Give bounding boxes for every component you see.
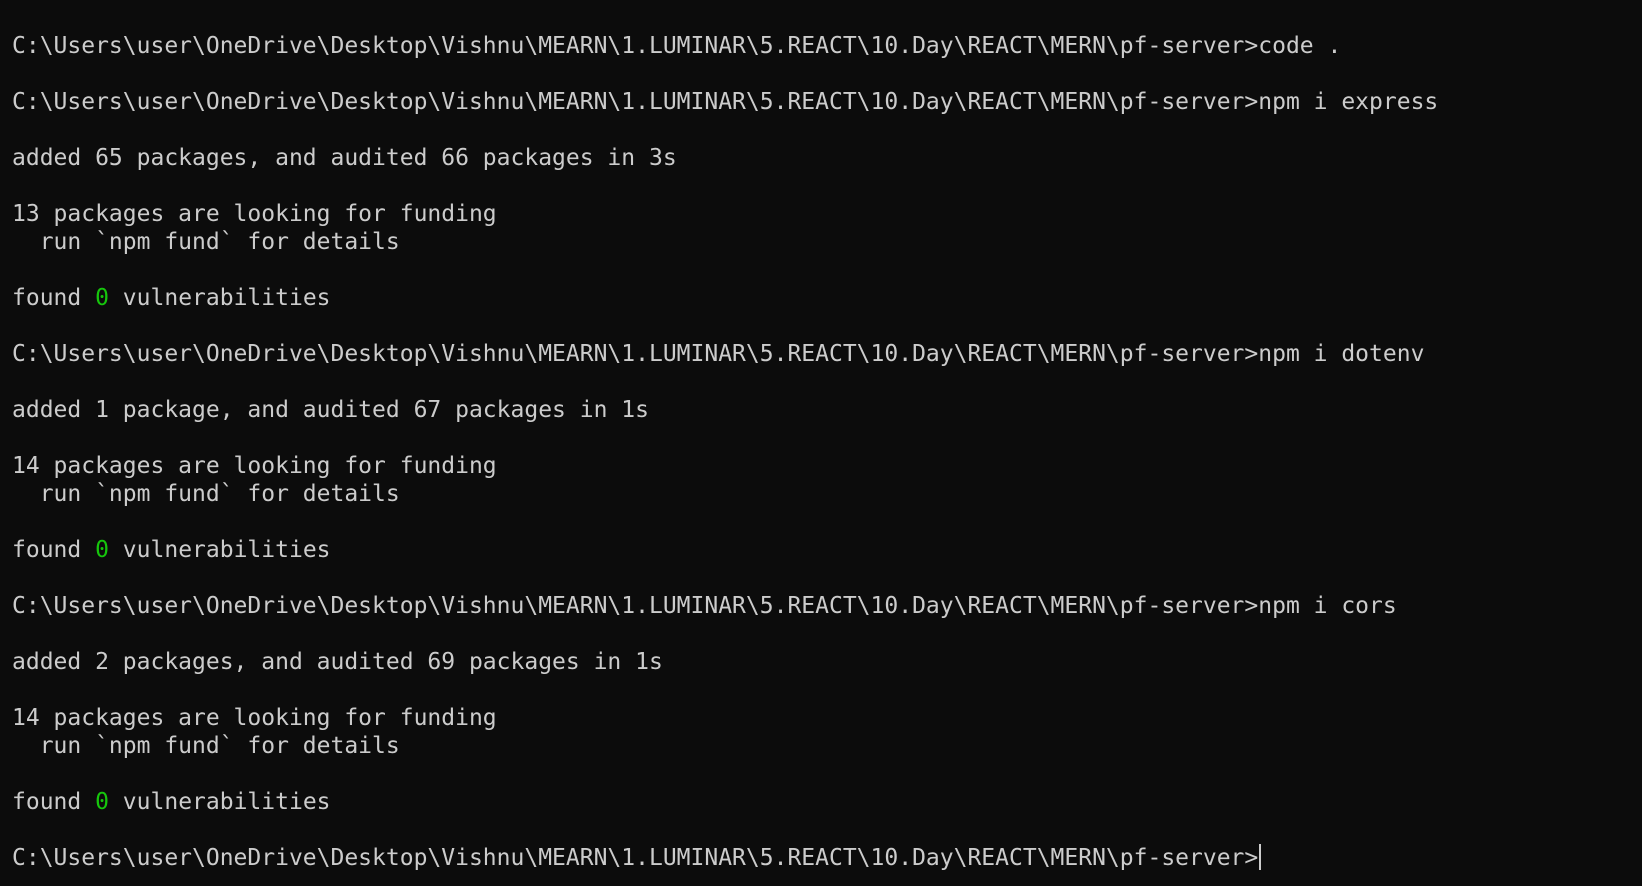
vulnerability-count: 0 (95, 537, 109, 563)
active-prompt-line[interactable]: C:\Users\user\OneDrive\Desktop\Vishnu\ME… (12, 844, 1642, 872)
command-text: npm i cors (1258, 593, 1397, 619)
found-suffix: vulnerabilities (108, 789, 331, 815)
prompt-line: C:\Users\user\OneDrive\Desktop\Vishnu\ME… (12, 88, 1642, 116)
found-suffix: vulnerabilities (108, 537, 331, 563)
prompt-path: C:\Users\user\OneDrive\Desktop\Vishnu\ME… (12, 33, 1259, 59)
command-text: npm i dotenv (1258, 341, 1425, 367)
output-line: 14 packages are looking for funding (12, 705, 497, 731)
found-prefix: found (12, 285, 96, 311)
vulnerabilities-line: found 0 vulnerabilities (12, 284, 1642, 312)
text-cursor (1259, 844, 1262, 870)
output-line: added 1 package, and audited 67 packages… (12, 397, 649, 423)
output-line: 14 packages are looking for funding (12, 453, 497, 479)
output-line: 13 packages are looking for funding (12, 201, 497, 227)
prompt-line: C:\Users\user\OneDrive\Desktop\Vishnu\ME… (12, 340, 1642, 368)
output-line: run `npm fund` for details (12, 733, 400, 759)
output-line: run `npm fund` for details (12, 229, 400, 255)
output-line: added 65 packages, and audited 66 packag… (12, 145, 677, 171)
prompt-line: C:\Users\user\OneDrive\Desktop\Vishnu\ME… (12, 592, 1642, 620)
prompt-path: C:\Users\user\OneDrive\Desktop\Vishnu\ME… (12, 593, 1259, 619)
found-suffix: vulnerabilities (108, 285, 331, 311)
vulnerability-count: 0 (95, 789, 109, 815)
output-line: run `npm fund` for details (12, 481, 400, 507)
vulnerabilities-line: found 0 vulnerabilities (12, 788, 1642, 816)
output-line: added 2 packages, and audited 69 package… (12, 649, 663, 675)
prompt-path: C:\Users\user\OneDrive\Desktop\Vishnu\ME… (12, 845, 1259, 871)
terminal-window[interactable]: C:\Users\user\OneDrive\Desktop\Vishnu\ME… (0, 0, 1642, 886)
prompt-line: C:\Users\user\OneDrive\Desktop\Vishnu\ME… (12, 32, 1642, 60)
found-prefix: found (12, 789, 96, 815)
prompt-path: C:\Users\user\OneDrive\Desktop\Vishnu\ME… (12, 341, 1259, 367)
prompt-path: C:\Users\user\OneDrive\Desktop\Vishnu\ME… (12, 89, 1259, 115)
command-text: code . (1258, 33, 1342, 59)
command-text: npm i express (1258, 89, 1439, 115)
vulnerability-count: 0 (95, 285, 109, 311)
found-prefix: found (12, 537, 96, 563)
vulnerabilities-line: found 0 vulnerabilities (12, 536, 1642, 564)
